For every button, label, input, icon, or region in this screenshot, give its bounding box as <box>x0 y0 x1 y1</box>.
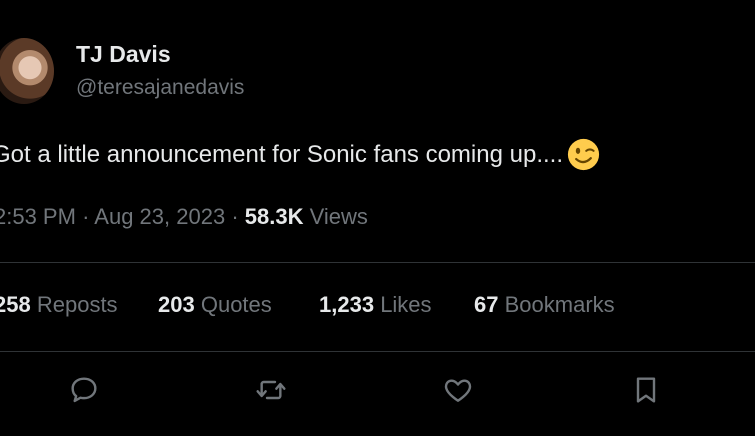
likes-stat[interactable]: 1,233 Likes <box>319 292 432 318</box>
author-display-name[interactable]: TJ Davis <box>76 41 171 68</box>
meta-separator: · <box>231 204 239 229</box>
divider <box>0 351 755 352</box>
repost-icon <box>256 380 286 400</box>
bookmark-button[interactable] <box>626 370 666 410</box>
tweet-meta: 2:53 PM · Aug 23, 2023 · 58.3K Views <box>0 204 368 230</box>
like-button[interactable] <box>438 370 478 410</box>
quotes-count: 203 <box>158 292 195 317</box>
views-label: Views <box>309 204 368 229</box>
meta-separator: · <box>82 204 90 229</box>
quotes-label: Quotes <box>200 292 272 317</box>
heart-icon <box>444 379 472 402</box>
reply-icon <box>71 377 97 403</box>
reposts-count: 258 <box>0 292 31 317</box>
tweet-date[interactable]: Aug 23, 2023 <box>94 204 225 229</box>
bookmarks-label: Bookmarks <box>504 292 615 317</box>
winking-face-emoji-icon <box>567 138 600 171</box>
tweet-time[interactable]: 2:53 PM <box>0 204 76 229</box>
avatar[interactable] <box>0 38 54 104</box>
tweet-text: Got a little announcement for Sonic fans… <box>0 138 600 171</box>
likes-label: Likes <box>380 292 432 317</box>
author-handle[interactable]: @teresajanedavis <box>76 76 244 100</box>
repost-button[interactable] <box>251 370 291 410</box>
divider <box>0 262 755 263</box>
reposts-label: Reposts <box>36 292 118 317</box>
bookmarks-count: 67 <box>474 292 499 317</box>
bookmark-icon <box>636 377 656 403</box>
tweet-detail: TJ Davis @teresajanedavis Got a little a… <box>0 0 755 436</box>
bookmarks-stat[interactable]: 67 Bookmarks <box>474 292 615 318</box>
tweet-header: TJ Davis @teresajanedavis <box>0 38 755 106</box>
tweet-actions <box>0 370 755 410</box>
views-count: 58.3K <box>244 204 304 229</box>
reply-button[interactable] <box>64 370 104 410</box>
tweet-text-body: Got a little announcement for Sonic fans… <box>0 140 563 168</box>
likes-count: 1,233 <box>319 292 375 317</box>
quotes-stat[interactable]: 203 Quotes <box>158 292 272 318</box>
reposts-stat[interactable]: 258 Reposts <box>0 292 118 318</box>
